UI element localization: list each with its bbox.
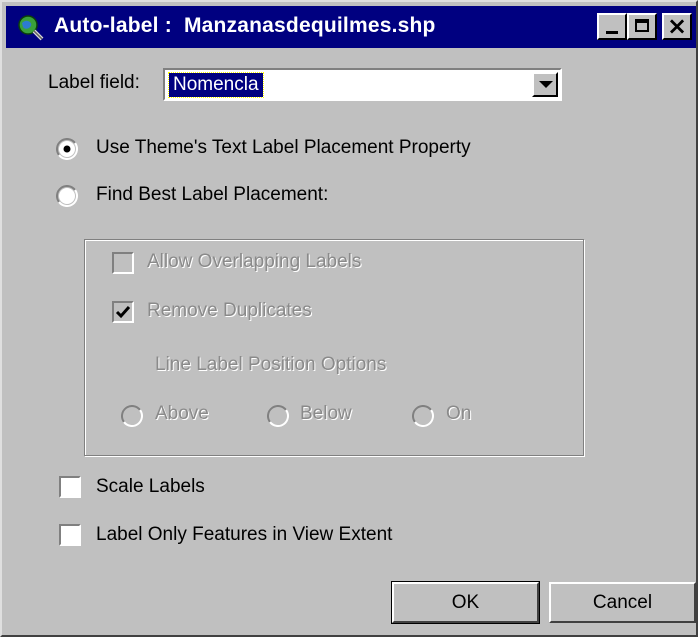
maximize-icon [635,19,649,32]
cancel-button[interactable]: Cancel [549,582,696,623]
use-theme-placement-radio[interactable] [56,138,78,160]
view-extent-label: Label Only Features in View Extent [96,524,393,545]
close-icon: × [667,12,688,40]
allow-overlapping-label: Allow Overlapping Labels [147,251,362,272]
maximize-button[interactable] [627,13,657,40]
line-position-options-title: Line Label Position Options [155,354,387,375]
allow-overlapping-checkbox[interactable] [112,252,134,274]
position-above-radio[interactable] [121,405,143,427]
use-theme-placement-label: Use Theme's Text Label Placement Propert… [96,137,471,158]
ok-button[interactable]: OK [391,581,540,624]
position-on-label: On [446,403,472,424]
auto-label-dialog: Auto-label : Manzanasdequilmes.shp × Lab… [0,0,698,637]
view-extent-checkbox[interactable] [59,524,81,546]
minimize-button[interactable] [597,13,627,40]
dropdown-arrow-button[interactable] [532,72,558,97]
window-title: Auto-label : Manzanasdequilmes.shp [54,14,436,37]
label-field-dropdown[interactable]: Nomencla [163,68,562,101]
position-below-radio[interactable] [267,405,289,427]
remove-duplicates-checkbox[interactable] [112,301,134,323]
minimize-icon [606,31,618,34]
label-field-value: Nomencla [168,72,264,98]
globe-magnifier-icon [16,13,44,41]
checkmark-icon [115,306,131,319]
remove-duplicates-label: Remove Duplicates [147,300,312,321]
position-above-label: Above [155,403,209,424]
scale-labels-checkbox[interactable] [59,476,81,498]
chevron-down-icon [539,81,553,88]
find-best-placement-label: Find Best Label Placement: [96,184,329,205]
position-below-label: Below [300,403,352,424]
position-on-radio[interactable] [412,405,434,427]
close-button[interactable]: × [662,13,692,40]
scale-labels-label: Scale Labels [96,476,205,497]
find-best-placement-radio[interactable] [56,185,78,207]
label-field-label: Label field: [48,72,140,93]
title-bar[interactable]: Auto-label : Manzanasdequilmes.shp × [6,6,696,48]
